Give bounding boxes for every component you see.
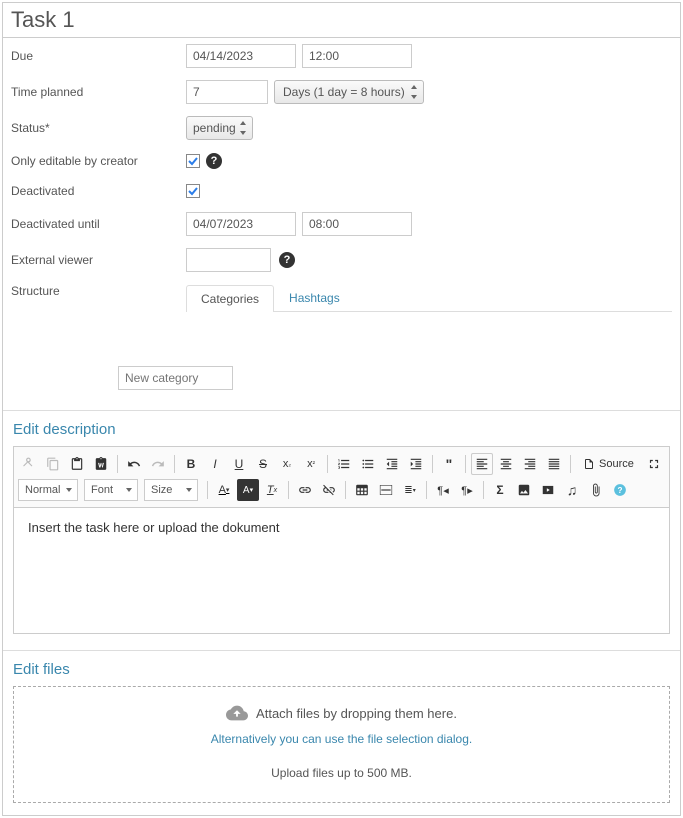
- cut-icon[interactable]: [18, 453, 40, 475]
- table-icon[interactable]: [351, 479, 373, 501]
- special-char-icon[interactable]: ≣▾: [399, 479, 421, 501]
- deactivated-time-input[interactable]: [302, 212, 412, 236]
- source-label: Source: [599, 458, 634, 470]
- redo-icon[interactable]: [147, 453, 169, 475]
- text-color-icon[interactable]: A▾: [213, 479, 235, 501]
- page-title: Task 1: [3, 3, 680, 38]
- only-editable-label: Only editable by creator: [11, 154, 186, 168]
- copy-icon[interactable]: [42, 453, 64, 475]
- due-time-input[interactable]: [302, 44, 412, 68]
- check-icon: [187, 185, 199, 197]
- subscript-icon[interactable]: x₂: [276, 453, 298, 475]
- deactivated-label: Deactivated: [11, 184, 186, 198]
- structure-tabs: Categories Hashtags: [186, 284, 672, 312]
- file-dialog-link[interactable]: Alternatively you can use the file selec…: [24, 732, 659, 746]
- due-label: Due: [11, 49, 186, 63]
- main-container: Task 1 Due Time planned Days (1 day = 8 …: [2, 2, 681, 816]
- only-editable-checkbox[interactable]: [186, 154, 200, 168]
- time-unit-value: Days (1 day = 8 hours): [283, 85, 405, 99]
- indent-icon[interactable]: [405, 453, 427, 475]
- edit-files-heading: Edit files: [3, 651, 680, 686]
- editor-content-area[interactable]: Insert the task here or upload the dokum…: [14, 508, 669, 633]
- image-icon[interactable]: [513, 479, 535, 501]
- editor-toolbar: B I U S x₂ x² ": [14, 447, 669, 508]
- tab-hashtags[interactable]: Hashtags: [274, 284, 355, 311]
- structure-label: Structure: [11, 284, 186, 312]
- tab-categories[interactable]: Categories: [186, 285, 274, 312]
- undo-icon[interactable]: [123, 453, 145, 475]
- cloud-upload-icon: [226, 705, 248, 721]
- attachment-icon[interactable]: [585, 479, 607, 501]
- external-viewer-input[interactable]: [186, 248, 271, 272]
- font-dropdown[interactable]: Font: [84, 479, 138, 501]
- numbered-list-icon[interactable]: [333, 453, 355, 475]
- hr-icon[interactable]: [375, 479, 397, 501]
- italic-icon[interactable]: I: [204, 453, 226, 475]
- link-icon[interactable]: [294, 479, 316, 501]
- ltr-icon[interactable]: ¶◂: [432, 479, 454, 501]
- deactivated-date-input[interactable]: [186, 212, 296, 236]
- chevron-down-icon: [186, 488, 192, 492]
- new-category-input[interactable]: [118, 366, 233, 390]
- deactivated-until-label: Deactivated until: [11, 217, 186, 231]
- status-value: pending: [193, 121, 236, 135]
- status-label: Status*: [11, 121, 186, 135]
- chevron-down-icon: [126, 488, 132, 492]
- edit-description-heading: Edit description: [3, 411, 680, 446]
- rich-text-editor: B I U S x₂ x² ": [13, 446, 670, 634]
- info-icon[interactable]: ?: [609, 479, 631, 501]
- time-unit-select[interactable]: Days (1 day = 8 hours): [274, 80, 424, 104]
- external-viewer-label: External viewer: [11, 253, 186, 267]
- svg-text:?: ?: [618, 486, 623, 495]
- rtl-icon[interactable]: ¶▸: [456, 479, 478, 501]
- audio-icon[interactable]: ♫: [561, 479, 583, 501]
- underline-icon[interactable]: U: [228, 453, 250, 475]
- outdent-icon[interactable]: [381, 453, 403, 475]
- dropzone-text: Attach files by dropping them here.: [256, 706, 457, 721]
- select-arrows-icon: [238, 121, 248, 135]
- due-date-input[interactable]: [186, 44, 296, 68]
- status-select[interactable]: pending: [186, 116, 253, 140]
- blockquote-icon[interactable]: ": [438, 453, 460, 475]
- help-icon[interactable]: ?: [206, 153, 222, 169]
- time-planned-label: Time planned: [11, 85, 186, 99]
- superscript-icon[interactable]: x²: [300, 453, 322, 475]
- align-center-icon[interactable]: [495, 453, 517, 475]
- bold-icon[interactable]: B: [180, 453, 202, 475]
- bullet-list-icon[interactable]: [357, 453, 379, 475]
- dropzone-note: Upload files up to 500 MB.: [24, 766, 659, 780]
- align-right-icon[interactable]: [519, 453, 541, 475]
- chevron-down-icon: [66, 488, 72, 492]
- size-dropdown[interactable]: Size: [144, 479, 198, 501]
- video-icon[interactable]: [537, 479, 559, 501]
- paste-word-icon[interactable]: [90, 453, 112, 475]
- align-justify-icon[interactable]: [543, 453, 565, 475]
- bg-color-icon[interactable]: A▾: [237, 479, 259, 501]
- paste-icon[interactable]: [66, 453, 88, 475]
- remove-format-icon[interactable]: Tx: [261, 479, 283, 501]
- check-icon: [187, 155, 199, 167]
- source-icon: [583, 458, 595, 470]
- help-icon[interactable]: ?: [279, 252, 295, 268]
- deactivated-checkbox[interactable]: [186, 184, 200, 198]
- align-left-icon[interactable]: [471, 453, 493, 475]
- time-planned-input[interactable]: [186, 80, 268, 104]
- file-dropzone[interactable]: Attach files by dropping them here. Alte…: [13, 686, 670, 803]
- select-arrows-icon: [409, 85, 419, 99]
- strike-icon[interactable]: S: [252, 453, 274, 475]
- source-button[interactable]: Source: [576, 453, 641, 475]
- maximize-icon[interactable]: [643, 453, 665, 475]
- sigma-icon[interactable]: Σ: [489, 479, 511, 501]
- unlink-icon[interactable]: [318, 479, 340, 501]
- format-dropdown[interactable]: Normal: [18, 479, 78, 501]
